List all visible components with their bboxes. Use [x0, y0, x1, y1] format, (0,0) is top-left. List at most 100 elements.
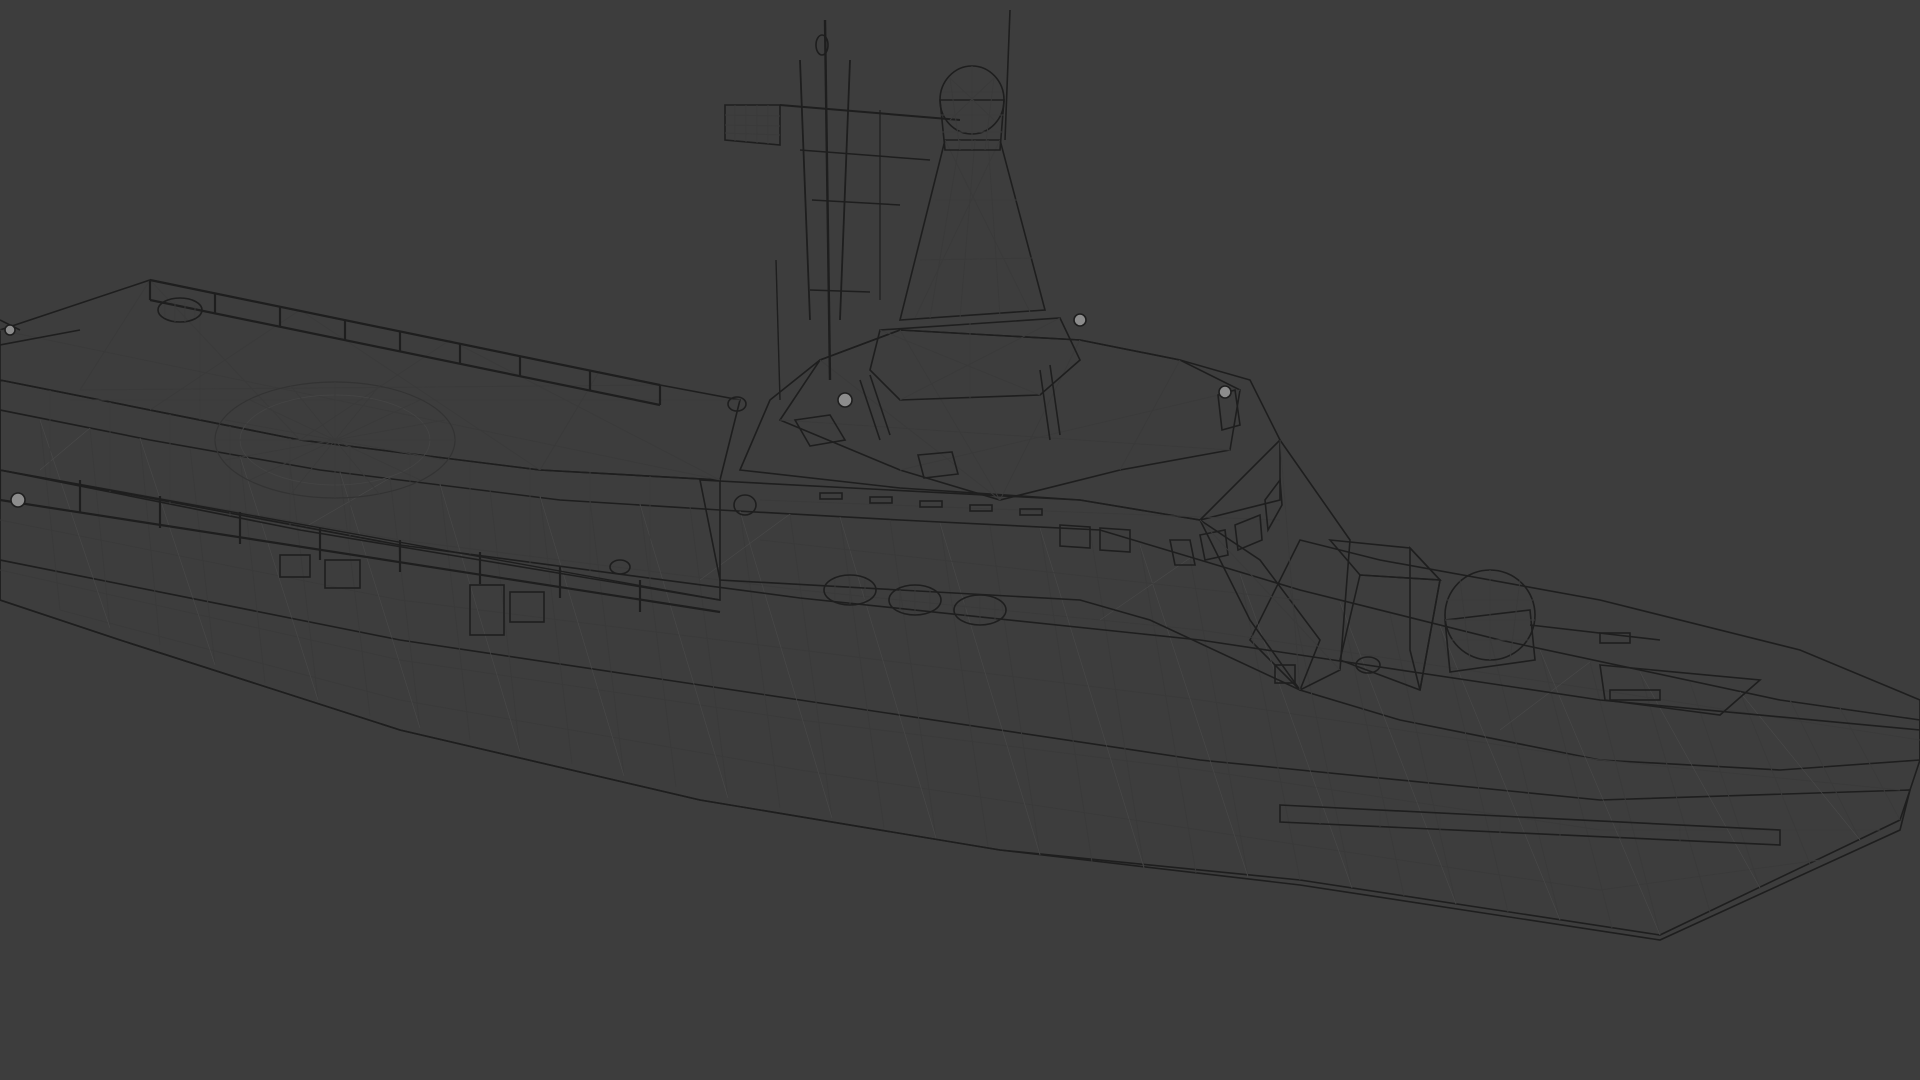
mesh-element [919, 257, 1033, 261]
flight-deck [0, 279, 741, 481]
mesh-element [809, 289, 871, 293]
mesh-element [1073, 313, 1087, 327]
mesh-element [0, 329, 721, 481]
mesh-element [914, 139, 1033, 319]
mesh-element [834, 577, 866, 604]
mesh-element [439, 483, 471, 741]
mast [775, 9, 1011, 401]
mesh-element [914, 139, 1001, 319]
mesh-element [799, 149, 931, 161]
mesh-element [1319, 808, 1681, 842]
mesh-element [1539, 649, 1661, 936]
mesh-element [799, 59, 811, 321]
lower-hull [0, 559, 1912, 941]
mesh-element [999, 339, 1081, 501]
mesh-element [1739, 691, 1811, 865]
mesh-element [1049, 364, 1061, 436]
antenna-array [724, 104, 781, 146]
mesh-element [759, 539, 1301, 601]
hull-hatch [324, 559, 361, 589]
mesh-element [1239, 573, 1353, 889]
mesh-element [339, 471, 421, 729]
mesh-element [839, 59, 851, 321]
mesh-element [789, 513, 833, 819]
mesh-element [0, 519, 1901, 791]
mesh-element [839, 516, 937, 839]
mesh-element [779, 104, 961, 121]
mesh-element [539, 495, 573, 765]
mesh-element [439, 483, 521, 753]
mesh-element [1218, 385, 1232, 399]
mesh-element [4, 324, 16, 336]
mesh-element [1139, 544, 1197, 874]
ship-model [0, 9, 1920, 941]
mesh-element [819, 359, 1001, 501]
mesh-element [1039, 527, 1093, 863]
mesh-element [837, 392, 853, 408]
mesh-element [811, 199, 901, 206]
mesh-element [79, 279, 151, 391]
mesh-element [940, 66, 1004, 151]
mesh-element [289, 463, 319, 701]
mesh-element [639, 503, 677, 788]
mesh-element [939, 522, 989, 848]
3d-viewport[interactable] [0, 0, 1920, 1080]
bridge-front [1199, 438, 1351, 692]
mesh-element [189, 447, 216, 666]
mesh-element [1489, 637, 1561, 921]
mesh-element [1239, 573, 1301, 881]
mesh-element [1119, 359, 1181, 471]
superstructure-roof [778, 329, 1241, 501]
mesh-element [775, 259, 781, 401]
mesh-element [1189, 557, 1249, 878]
life-raft-aft [157, 297, 203, 323]
mesh-element [939, 522, 1041, 856]
mesh-element [299, 477, 391, 531]
mesh-element [10, 492, 26, 508]
mesh-element [959, 139, 976, 319]
mesh-element [1234, 513, 1263, 552]
flight-deck-wireframe [0, 279, 740, 481]
mesh-element [929, 139, 961, 319]
mesh-element [823, 19, 832, 381]
bow-deck [1249, 539, 1920, 771]
superstructure-upper [738, 329, 1281, 521]
helipad-marking [214, 381, 456, 499]
mesh-element [989, 525, 1041, 856]
roof-box [916, 451, 960, 479]
mesh-element [0, 498, 721, 614]
mesh-element [389, 477, 421, 729]
mesh-element [1004, 9, 1011, 141]
mesh-element [339, 471, 371, 717]
mesh-element [724, 105, 781, 144]
mesh-element [869, 496, 893, 504]
mesh-element [739, 510, 833, 819]
mesh-element [1389, 613, 1457, 905]
mesh-element [1139, 544, 1249, 878]
mesh-element [1099, 557, 1191, 621]
mesh-element [449, 339, 721, 481]
mesh-element [1529, 624, 1661, 641]
mesh-element [149, 298, 661, 407]
mesh-element [149, 278, 661, 387]
roof-box [793, 414, 847, 447]
roof-fittings [837, 313, 1232, 441]
mesh-element [879, 329, 1041, 396]
mesh-element [299, 309, 541, 471]
mesh-element [987, 139, 1001, 317]
mesh-element [149, 309, 301, 411]
mesh-element [819, 492, 843, 500]
mesh-element [539, 495, 625, 777]
stern-fittings [0, 319, 81, 508]
mesh-element [1639, 671, 1761, 889]
mesh-element [239, 455, 266, 684]
mesh-element [1039, 527, 1145, 869]
bow-gun [1444, 569, 1661, 673]
hull-hatch [279, 554, 311, 578]
mesh-element [1339, 601, 1405, 897]
mesh-element [1039, 369, 1051, 441]
forward-equipment-box [1328, 539, 1442, 581]
mesh-element [899, 317, 1061, 401]
mesh-element [859, 379, 881, 441]
mesh-element [239, 455, 319, 701]
